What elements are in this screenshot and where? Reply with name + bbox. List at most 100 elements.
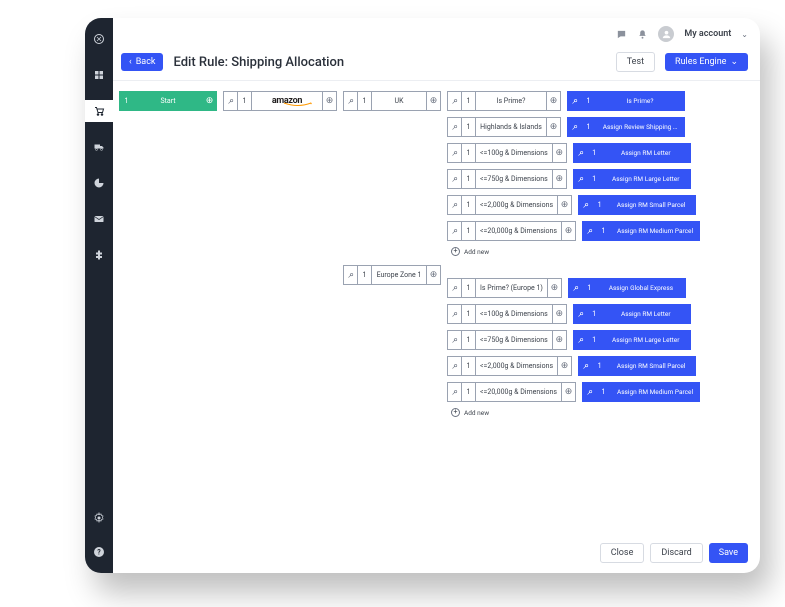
bell-icon[interactable] (637, 25, 648, 44)
flow-canvas[interactable]: 1 Start ⊕ 1 amazon ⊕ 1 UK ⊕ 1 Europe Zon… (113, 81, 760, 573)
flow-node[interactable]: 1 <=20,000g & Dimensions ⊕ (447, 221, 576, 241)
wrench-icon[interactable] (447, 330, 461, 350)
back-button[interactable]: ‹ Back (121, 53, 163, 71)
nav-chart-icon[interactable] (85, 172, 113, 194)
wrench-icon[interactable] (582, 221, 596, 241)
add-new-button[interactable]: +Add new (447, 247, 700, 256)
nav-logo-icon[interactable] (85, 28, 113, 50)
wrench-icon[interactable] (447, 382, 461, 402)
plus-icon[interactable]: ⊕ (553, 143, 567, 163)
plus-icon[interactable]: ⊕ (562, 221, 576, 241)
plus-icon[interactable]: ⊕ (558, 356, 572, 376)
avatar[interactable] (658, 26, 674, 42)
nav-mail-icon[interactable] (85, 208, 113, 230)
flow-node[interactable]: 1 Is Prime? (Europe 1) ⊕ (447, 278, 562, 298)
wrench-icon[interactable] (573, 169, 587, 189)
wrench-icon[interactable] (578, 195, 592, 215)
discard-button[interactable]: Discard (650, 543, 702, 563)
wrench-icon[interactable] (447, 169, 461, 189)
flow-node[interactable]: 1 <=2,000g & Dimensions ⊕ (447, 356, 572, 376)
nav-dashboard-icon[interactable] (85, 64, 113, 86)
flow-node[interactable]: 1 <=750g & Dimensions ⊕ (447, 330, 567, 350)
plus-icon[interactable]: ⊕ (427, 91, 441, 111)
flow-node[interactable]: 1 Assign RM Large Letter (573, 169, 691, 189)
wrench-icon[interactable] (567, 117, 581, 137)
account-label[interactable]: My account (684, 29, 731, 39)
wrench-icon[interactable] (573, 304, 587, 324)
plus-icon[interactable]: ⊕ (562, 382, 576, 402)
wrench-icon[interactable] (447, 91, 461, 111)
wrench-icon[interactable] (343, 265, 357, 285)
page-title: Edit Rule: Shipping Allocation (173, 55, 344, 70)
flow-node[interactable]: 1 Assign RM Small Parcel (578, 195, 696, 215)
wrench-icon[interactable] (567, 91, 581, 111)
flow-node[interactable]: 1 Assign Review Shipping … (567, 117, 685, 137)
amazon-node[interactable]: amazon (251, 91, 323, 111)
flow-node[interactable]: 1 <=750g & Dimensions ⊕ (447, 169, 567, 189)
node-index: 1 (461, 382, 475, 402)
wrench-icon[interactable] (447, 195, 461, 215)
flow-node[interactable]: 1 Assign RM Letter (573, 143, 691, 163)
plus-icon[interactable]: ⊕ (547, 91, 561, 111)
flow-node[interactable]: 1 <=100g & Dimensions ⊕ (447, 304, 567, 324)
flow-node[interactable]: 1 UK ⊕ (343, 91, 441, 111)
chat-icon[interactable] (616, 25, 627, 44)
flow-node[interactable]: 1 Assign RM Medium Parcel (582, 382, 700, 402)
nav-settings-icon[interactable] (85, 507, 113, 529)
close-button[interactable]: Close (600, 543, 645, 563)
plus-icon[interactable]: ⊕ (553, 304, 567, 324)
flow-node[interactable]: 1 Is Prime? (567, 91, 685, 111)
wrench-icon[interactable] (447, 278, 461, 298)
flow-node[interactable]: 1 <=2,000g & Dimensions ⊕ (447, 195, 572, 215)
node-label: Is Prime? (595, 91, 685, 111)
start-node[interactable]: 1 Start ⊕ (119, 91, 217, 111)
flow-node[interactable]: 1 Highlands & Islands ⊕ (447, 117, 561, 137)
node-index: 1 (357, 91, 371, 111)
node-index: 1 (596, 221, 610, 241)
wrench-icon[interactable] (582, 382, 596, 402)
plus-icon[interactable]: ⊕ (553, 169, 567, 189)
nav-plugin-icon[interactable] (85, 244, 113, 266)
plus-icon[interactable]: ⊕ (203, 91, 217, 111)
node-label: UK (371, 91, 427, 111)
add-new-button[interactable]: +Add new (447, 408, 700, 417)
wrench-icon[interactable] (573, 143, 587, 163)
flow-node[interactable]: 1 Assign RM Small Parcel (578, 356, 696, 376)
chevron-down-icon[interactable]: ⌄ (741, 30, 748, 39)
flow-node[interactable]: 1 <=100g & Dimensions ⊕ (447, 143, 567, 163)
nav-help-icon[interactable]: ? (85, 541, 113, 563)
wrench-icon[interactable] (447, 117, 461, 137)
flow-node[interactable]: 1 Assign RM Letter (573, 304, 691, 324)
save-button[interactable]: Save (709, 543, 748, 563)
plus-icon[interactable]: ⊕ (427, 265, 441, 285)
plus-icon[interactable]: ⊕ (323, 91, 337, 111)
node-label: <=20,000g & Dimensions (475, 382, 562, 402)
wrench-icon[interactable] (568, 278, 582, 298)
wrench-icon[interactable] (447, 143, 461, 163)
test-button[interactable]: Test (616, 52, 655, 72)
wrench-icon[interactable] (447, 356, 461, 376)
wrench-icon[interactable] (447, 304, 461, 324)
node-label: <=750g & Dimensions (475, 330, 553, 350)
nav-truck-icon[interactable] (85, 136, 113, 158)
wrench-icon[interactable] (447, 221, 461, 241)
flow-node[interactable]: 1 Assign RM Large Letter (573, 330, 691, 350)
plus-icon[interactable]: ⊕ (548, 278, 562, 298)
plus-icon[interactable]: ⊕ (547, 117, 561, 137)
plus-icon[interactable]: ⊕ (553, 330, 567, 350)
wrench-icon[interactable] (343, 91, 357, 111)
flow-node[interactable]: 1 <=20,000g & Dimensions ⊕ (447, 382, 576, 402)
node-index: 1 (581, 91, 595, 111)
nav-cart-icon[interactable] (85, 100, 113, 122)
rules-engine-dropdown[interactable]: Rules Engine ⌄ (665, 53, 748, 71)
wrench-icon[interactable] (573, 330, 587, 350)
wrench-icon[interactable] (578, 356, 592, 376)
node-index: 1 (461, 117, 475, 137)
flow-node[interactable]: 1 Assign RM Medium Parcel (582, 221, 700, 241)
flow-node[interactable]: 1 Europe Zone 1 ⊕ (343, 265, 441, 285)
plus-icon[interactable]: ⊕ (558, 195, 572, 215)
node-index: 1 (461, 169, 475, 189)
wrench-icon[interactable] (223, 91, 237, 111)
flow-node[interactable]: 1 Is Prime? ⊕ (447, 91, 561, 111)
flow-node[interactable]: 1 Assign Global Express (568, 278, 686, 298)
